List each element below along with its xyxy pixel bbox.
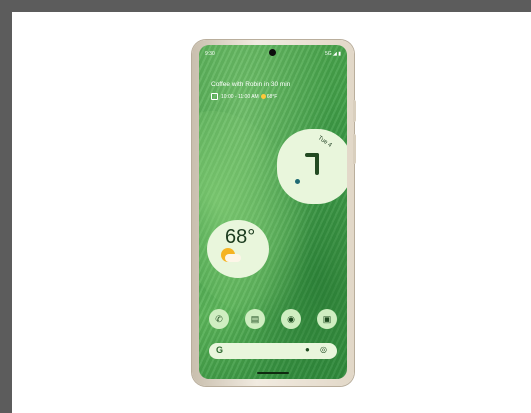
event-time: 10:00 - 11:00 AM xyxy=(221,93,259,100)
weather-widget[interactable]: 68° xyxy=(207,220,269,278)
clock-dot xyxy=(295,179,300,184)
phone-icon[interactable]: ✆ xyxy=(209,309,229,329)
status-time: 9:30 xyxy=(205,51,215,57)
phone-screen: 9:30 5G ◢ ▮ Coffee with Robin in 30 min … xyxy=(199,45,347,379)
at-a-glance-event[interactable]: Coffee with Robin in 30 min xyxy=(211,81,290,88)
search-bar[interactable]: G ● ◎ xyxy=(209,343,337,359)
lens-icon[interactable]: ◎ xyxy=(320,345,327,354)
volume-button xyxy=(353,134,356,164)
camera-icon[interactable]: ▣ xyxy=(317,309,337,329)
glance-temp: 68°F xyxy=(266,93,278,100)
minute-hand xyxy=(315,153,319,175)
clock-date: Tue 4 xyxy=(316,135,333,149)
weather-temp: 68° xyxy=(225,226,256,248)
messages-icon[interactable]: ▤ xyxy=(245,309,265,329)
at-a-glance-detail[interactable]: 10:00 - 11:00 AM 68°F xyxy=(211,93,277,100)
signal-icon: 5G ◢ ▮ xyxy=(324,51,341,57)
google-logo: G xyxy=(216,345,224,355)
mic-icon[interactable]: ● xyxy=(305,345,310,354)
chrome-icon[interactable]: ◉ xyxy=(281,309,301,329)
front-camera xyxy=(269,49,276,56)
cloud-icon xyxy=(225,254,241,262)
gesture-handle[interactable] xyxy=(257,372,289,374)
power-button xyxy=(353,100,356,122)
calendar-icon xyxy=(211,93,218,100)
sun-icon xyxy=(260,94,266,99)
clock-widget[interactable]: Tue 4 xyxy=(277,129,347,204)
app-dock: ✆ ▤ ◉ ▣ xyxy=(209,309,339,329)
